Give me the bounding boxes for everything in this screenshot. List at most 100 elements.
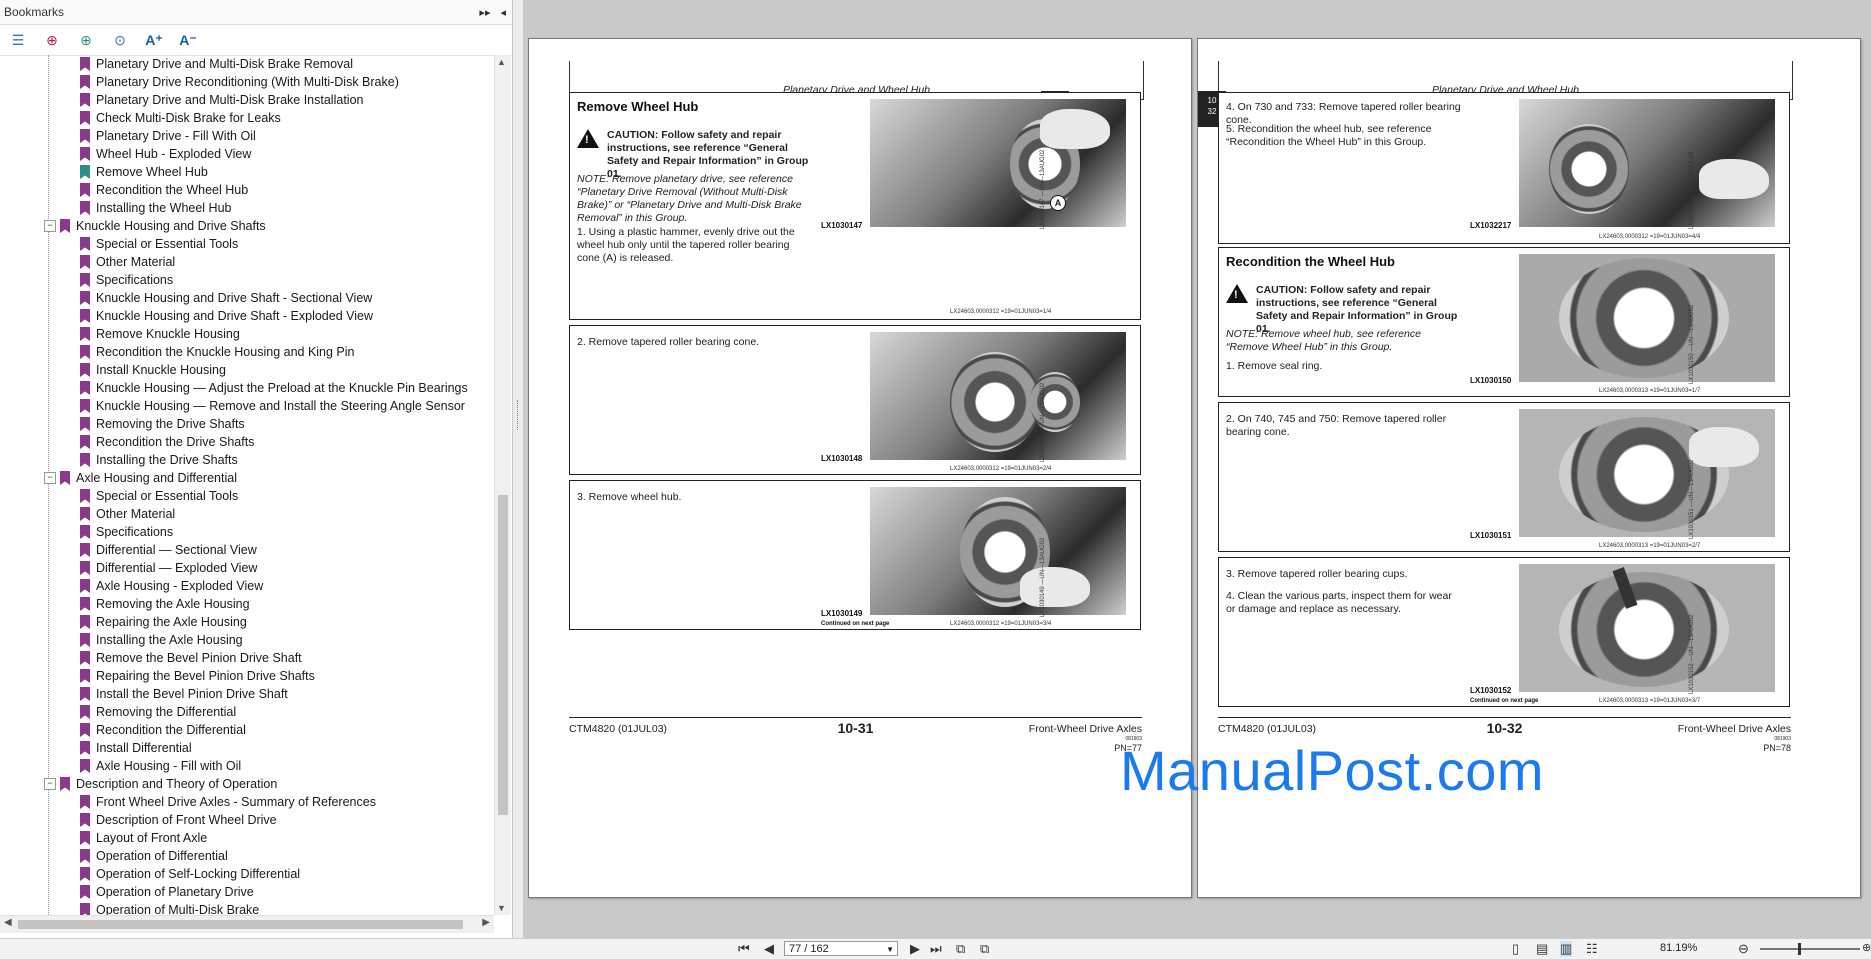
bookmark-item[interactable]: Install the Bevel Pinion Drive Shaft: [0, 685, 494, 703]
hscroll-thumb[interactable]: [18, 920, 463, 929]
bookmark-item[interactable]: Special or Essential Tools: [0, 487, 494, 505]
bookmark-label: Install Differential: [96, 741, 192, 755]
bookmark-item[interactable]: Axle Housing - Fill with Oil: [0, 757, 494, 775]
page-number-input[interactable]: 77 / 162 ▼: [784, 941, 898, 956]
bookmark-icon: [80, 507, 90, 521]
scroll-right-icon[interactable]: ▶: [482, 917, 490, 928]
bookmark-item[interactable]: Operation of Multi-Disk Brake: [0, 901, 494, 915]
bookmark-item[interactable]: Front Wheel Drive Axles - Summary of Ref…: [0, 793, 494, 811]
bookmark-item[interactable]: Knuckle Housing and Drive Shaft - Explod…: [0, 307, 494, 325]
bookmark-item[interactable]: Recondition the Drive Shafts: [0, 433, 494, 451]
bookmark-item[interactable]: Removing the Drive Shafts: [0, 415, 494, 433]
find-bookmark-icon[interactable]: ⊙: [110, 30, 130, 50]
expand-bookmark-icon[interactable]: ⊕: [76, 30, 96, 50]
bookmark-item[interactable]: Operation of Self-Locking Differential: [0, 865, 494, 883]
last-page-icon[interactable]: ⏭: [930, 941, 942, 957]
bookmark-label: Installing the Drive Shafts: [96, 453, 238, 467]
next-page-icon[interactable]: ▶: [910, 941, 920, 957]
photo-label: LX1030150: [1470, 376, 1512, 385]
bookmark-item[interactable]: Planetary Drive - Fill With Oil: [0, 127, 494, 145]
bookmark-item[interactable]: Knuckle Housing and Drive Shaft - Sectio…: [0, 289, 494, 307]
bookmark-item[interactable]: Remove Knuckle Housing: [0, 325, 494, 343]
bookmark-group[interactable]: − Description and Theory of Operation: [0, 775, 494, 793]
zoom-in-icon[interactable]: ⊕: [1862, 941, 1871, 954]
bookmark-item[interactable]: Removing the Axle Housing: [0, 595, 494, 613]
bookmark-group[interactable]: − Knuckle Housing and Drive Shafts: [0, 217, 494, 235]
bookmark-item[interactable]: Check Multi-Disk Brake for Leaks: [0, 109, 494, 127]
bookmark-item[interactable]: Removing the Differential: [0, 703, 494, 721]
bookmark-item[interactable]: Specifications: [0, 523, 494, 541]
two-page-icon[interactable]: ▥: [1560, 941, 1573, 957]
bookmark-item[interactable]: Recondition the Knuckle Housing and King…: [0, 343, 494, 361]
bookmark-label: Remove the Bevel Pinion Drive Shaft: [96, 651, 302, 665]
reference-code: LX24603,0000313 =19=01JUN03=3/7: [1599, 698, 1701, 704]
bookmark-item[interactable]: Installing the Axle Housing: [0, 631, 494, 649]
bookmark-item[interactable]: Operation of Planetary Drive: [0, 883, 494, 901]
scroll-thumb[interactable]: [498, 495, 508, 815]
reference-code: LX24603,0000312 =19=01JUN03=4/4: [1599, 234, 1701, 240]
bookmark-item[interactable]: Knuckle Housing — Adjust the Preload at …: [0, 379, 494, 397]
bookmark-item[interactable]: Install Knuckle Housing: [0, 361, 494, 379]
decrease-font-icon[interactable]: A⁻: [178, 30, 198, 50]
bookmarks-horizontal-scrollbar[interactable]: ◀ ▶: [0, 915, 494, 933]
expand-panel-icon[interactable]: ▸▸: [479, 6, 490, 19]
page-dropdown-icon[interactable]: ▼: [886, 942, 894, 957]
bookmarks-vertical-scrollbar[interactable]: ▲ ▼: [494, 55, 511, 915]
bookmark-group[interactable]: − Axle Housing and Differential: [0, 469, 494, 487]
scroll-down-icon[interactable]: ▼: [497, 903, 506, 913]
bookmark-label: Planetary Drive - Fill With Oil: [96, 129, 256, 143]
bookmark-item[interactable]: Special or Essential Tools: [0, 235, 494, 253]
bookmark-item[interactable]: Axle Housing - Exploded View: [0, 577, 494, 595]
single-page-icon[interactable]: ▯: [1512, 941, 1519, 957]
bookmark-label: Installing the Wheel Hub: [96, 201, 232, 215]
status-bar: ⏮ ◀ 77 / 162 ▼ ▶ ⏭ ⧉ ⧉ ▯ ▤ ▥ ☷ 81.19% ⊖ ⊕: [0, 938, 1871, 959]
bookmark-item[interactable]: Repairing the Bevel Pinion Drive Shafts: [0, 667, 494, 685]
bookmark-item[interactable]: Recondition the Differential: [0, 721, 494, 739]
bookmark-item[interactable]: Wheel Hub - Exploded View: [0, 145, 494, 163]
two-page-continuous-icon[interactable]: ☷: [1586, 941, 1598, 957]
bookmark-item[interactable]: Specifications: [0, 271, 494, 289]
panel-splitter[interactable]: [513, 0, 523, 938]
bookmark-icon: [80, 687, 90, 701]
forward-view-icon[interactable]: ⧉: [980, 941, 989, 957]
scroll-up-icon[interactable]: ▲: [497, 57, 506, 67]
zoom-slider[interactable]: [1760, 943, 1860, 955]
bookmark-item[interactable]: Planetary Drive Reconditioning (With Mul…: [0, 73, 494, 91]
previous-page-icon[interactable]: ◀: [764, 941, 774, 957]
bookmark-icon: [80, 561, 90, 575]
bookmark-item[interactable]: Differential — Exploded View: [0, 559, 494, 577]
increase-font-icon[interactable]: A⁺: [144, 30, 164, 50]
note-text: NOTE: Remove wheel hub, see reference “R…: [1226, 328, 1421, 353]
bookmark-item[interactable]: Recondition the Wheel Hub: [0, 181, 494, 199]
scroll-left-icon[interactable]: ◀: [4, 917, 12, 928]
zoom-out-icon[interactable]: ⊖: [1738, 941, 1749, 957]
bookmark-item[interactable]: Installing the Drive Shafts: [0, 451, 494, 469]
continuous-page-icon[interactable]: ▤: [1536, 941, 1548, 957]
bookmark-item[interactable]: Layout of Front Axle: [0, 829, 494, 847]
bookmark-item[interactable]: Description of Front Wheel Drive: [0, 811, 494, 829]
bookmark-icon: [80, 741, 90, 755]
first-page-icon[interactable]: ⏮: [738, 941, 750, 957]
bookmark-item[interactable]: Installing the Wheel Hub: [0, 199, 494, 217]
collapse-icon[interactable]: −: [44, 220, 56, 232]
collapse-panel-icon[interactable]: ◂: [500, 6, 506, 19]
bookmark-item[interactable]: Other Material: [0, 253, 494, 271]
bookmark-icon: [80, 363, 90, 377]
back-view-icon[interactable]: ⧉: [956, 941, 965, 957]
bookmark-item[interactable]: Remove Wheel Hub: [0, 163, 494, 181]
bookmark-item[interactable]: Operation of Differential: [0, 847, 494, 865]
bookmark-item[interactable]: Other Material: [0, 505, 494, 523]
bookmark-item[interactable]: Knuckle Housing — Remove and Install the…: [0, 397, 494, 415]
new-bookmark-icon[interactable]: ⊕: [42, 30, 62, 50]
collapse-icon[interactable]: −: [44, 778, 56, 790]
bookmark-options-icon[interactable]: ☰: [8, 30, 28, 50]
bookmark-label: Recondition the Knuckle Housing and King…: [96, 345, 355, 359]
bookmark-item[interactable]: Install Differential: [0, 739, 494, 757]
bookmark-item[interactable]: Differential — Sectional View: [0, 541, 494, 559]
bookmark-item[interactable]: Remove the Bevel Pinion Drive Shaft: [0, 649, 494, 667]
bookmark-item[interactable]: Planetary Drive and Multi-Disk Brake Ins…: [0, 91, 494, 109]
collapse-icon[interactable]: −: [44, 472, 56, 484]
bookmark-item[interactable]: Planetary Drive and Multi-Disk Brake Rem…: [0, 55, 494, 73]
step-text: 1. Remove seal ring.: [1226, 360, 1323, 372]
bookmark-item[interactable]: Repairing the Axle Housing: [0, 613, 494, 631]
